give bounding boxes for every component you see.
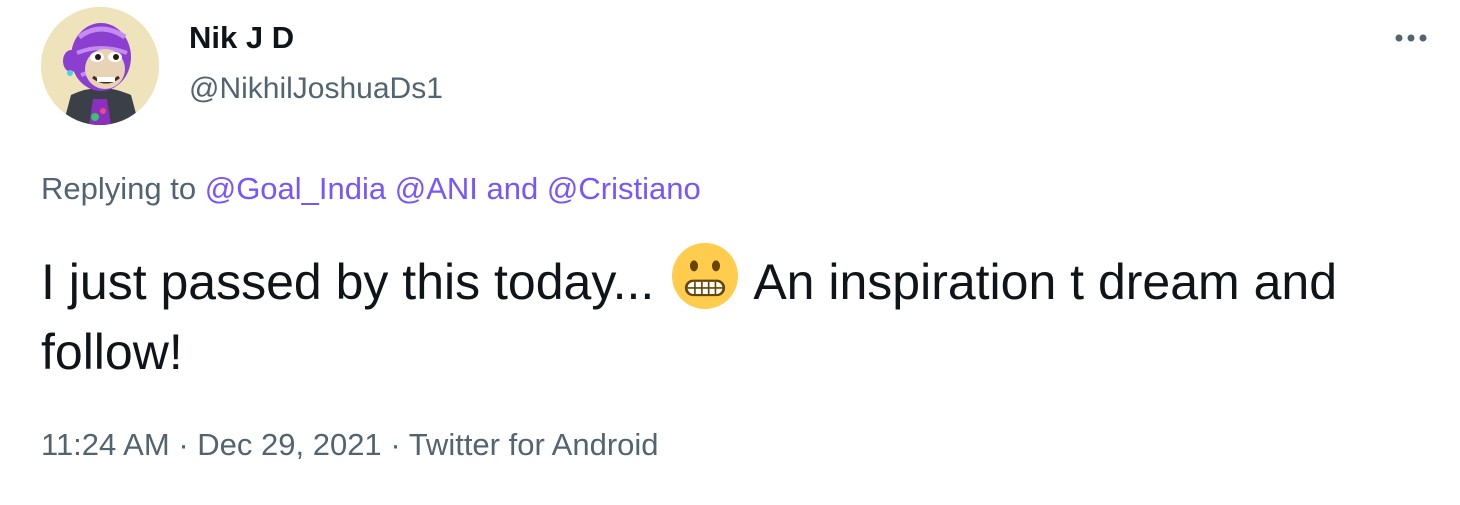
more-horizontal-icon (1395, 34, 1427, 42)
mention-goal-india[interactable]: @Goal_India (205, 171, 386, 206)
more-options-button[interactable] (1386, 18, 1436, 58)
tweet-time[interactable]: 11:24 AM (41, 427, 170, 462)
meta-separator-2: · (390, 427, 401, 462)
user-handle[interactable]: @NikhilJoshuaDs1 (189, 69, 443, 109)
mention-cristiano[interactable]: @Cristiano (547, 171, 701, 206)
user-avatar[interactable] (41, 7, 159, 125)
ape-avatar-image (41, 7, 159, 125)
user-display-name[interactable]: Nik J D (189, 18, 294, 58)
tweet-text-part-1: I just passed by this today... (41, 254, 655, 310)
meta-separator-1: · (178, 427, 189, 462)
replying-to-line: Replying to @Goal_India @ANI and @Cristi… (41, 169, 701, 209)
tweet-date[interactable]: Dec 29, 2021 (197, 427, 381, 462)
replying-to-label: Replying to (41, 171, 197, 206)
grimacing-face-emoji (672, 243, 739, 309)
mention-connector[interactable]: and (487, 171, 539, 206)
tweet-card: Nik J D @NikhilJoshuaDs1 Replying to @Go… (0, 0, 1460, 505)
tweet-source[interactable]: Twitter for Android (409, 427, 659, 462)
tweet-meta: 11:24 AM · Dec 29, 2021 · Twitter for An… (41, 425, 659, 465)
tweet-text: I just passed by this today... An inspir… (41, 243, 1431, 387)
mention-ani[interactable]: @ANI (395, 171, 478, 206)
